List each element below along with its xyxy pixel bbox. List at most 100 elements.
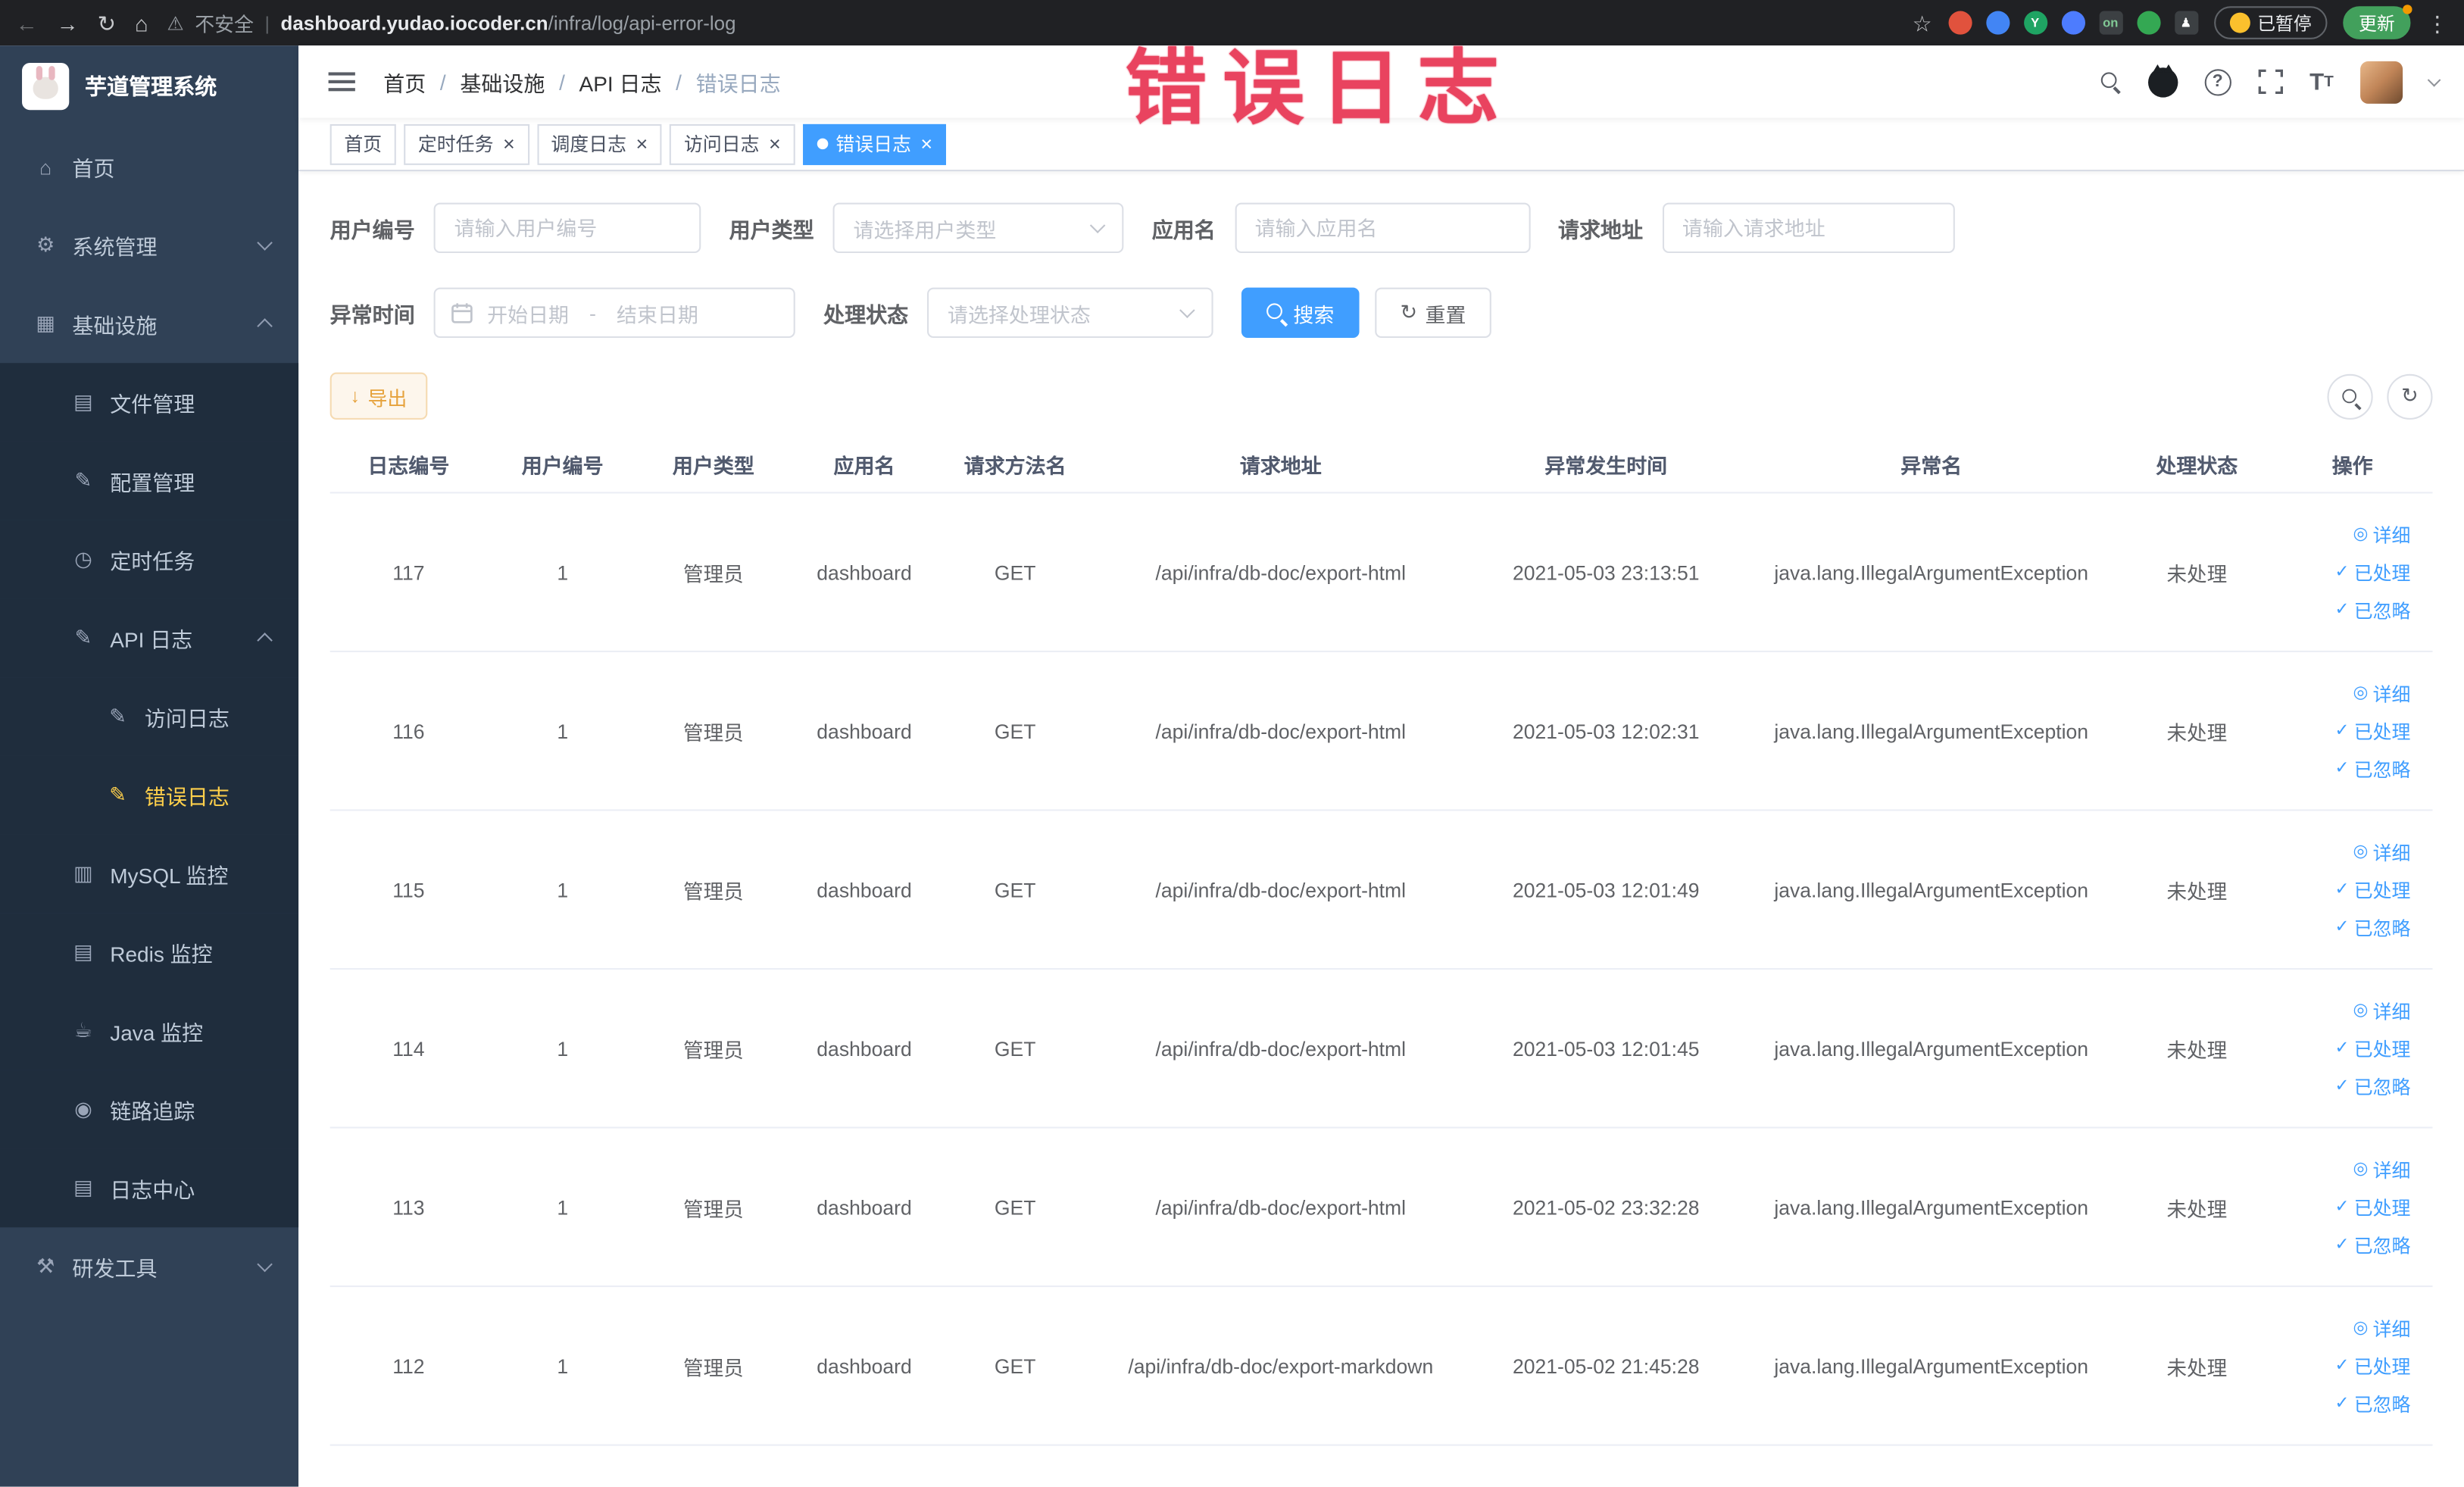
sidebar-item-trace[interactable]: ◉ 链路追踪: [0, 1070, 299, 1149]
update-button[interactable]: 更新: [2343, 5, 2412, 39]
action-processed[interactable]: ✓ 已处理: [2334, 1194, 2410, 1220]
sidebar-item-dev-tools[interactable]: ⚒ 研发工具: [0, 1227, 298, 1306]
tab-error-log[interactable]: 错误日志 ×: [802, 123, 947, 164]
table-row: 116 1 管理员 dashboard GET/api/infra/db-doc/exp…: [329, 652, 2433, 811]
breadcrumb-item[interactable]: 首页: [383, 66, 426, 97]
action-processed[interactable]: ✓ 已处理: [2334, 1035, 2410, 1061]
column-header: 请求地址: [1239, 453, 1322, 477]
reload-icon[interactable]: ↻: [98, 12, 116, 34]
breadcrumb-item[interactable]: 错误日志: [696, 66, 781, 97]
table-header: 日志编号 用户编号 用户类型 应用名 请求方法名 请求地址 异常发生时间 异常名 处理状态 操作: [329, 436, 2433, 494]
logo-title: 芋道管理系统: [85, 73, 217, 99]
page-url: dashboard.yudao.iocoder.cn/infra/log/api…: [281, 12, 736, 34]
action-processed[interactable]: ✓ 已处理: [2334, 876, 2410, 903]
close-icon[interactable]: ×: [920, 133, 932, 154]
close-icon[interactable]: ×: [769, 133, 781, 154]
tab-home[interactable]: 首页: [329, 123, 396, 164]
font-size-icon[interactable]: TT: [2309, 68, 2334, 95]
close-icon[interactable]: ×: [636, 133, 648, 154]
search-button[interactable]: 搜索: [1241, 287, 1360, 339]
app-name-input[interactable]: [1234, 202, 1530, 254]
fullscreen-icon[interactable]: [2258, 69, 2283, 95]
action-detail[interactable]: ◎ 详细: [2353, 997, 2410, 1023]
extension-icon-4[interactable]: [2060, 11, 2085, 35]
extension-icon-7[interactable]: ♟: [2174, 11, 2198, 35]
status-label: 处理状态: [823, 303, 909, 327]
cell-status: 未处理: [2166, 1196, 2228, 1220]
user-id-input[interactable]: [433, 202, 701, 254]
browser-menu-icon[interactable]: ⋮: [2426, 12, 2448, 34]
breadcrumb-item[interactable]: API 日志: [579, 66, 662, 97]
extension-icon-2[interactable]: [1985, 11, 2010, 35]
time-range-input[interactable]: 开始日期 - 结束日期: [433, 287, 795, 339]
forward-icon[interactable]: →: [57, 12, 79, 34]
breadcrumb-item[interactable]: 基础设施: [460, 66, 545, 97]
tab-access-log[interactable]: 访问日志 ×: [670, 123, 795, 164]
action-detail[interactable]: ◎ 详细: [2353, 679, 2410, 706]
active-dot-icon: [817, 138, 829, 150]
user-type-select[interactable]: 请选择用户类型: [832, 202, 1124, 254]
action-detail[interactable]: ◎ 详细: [2353, 1156, 2410, 1182]
extension-icon-6[interactable]: [2136, 11, 2160, 35]
sidebar-item-error-log[interactable]: ✎ 错误日志: [0, 755, 299, 835]
sidebar-item-label: 配置管理: [110, 471, 195, 495]
sidebar-item-home[interactable]: ⌂ 首页: [0, 127, 298, 206]
sidebar-item-infra[interactable]: ▦ 基础设施: [0, 285, 298, 364]
export-button[interactable]: ↓ 导出: [329, 372, 428, 420]
extension-icon-3[interactable]: Y: [2023, 11, 2047, 35]
browser-home-icon[interactable]: ⌂: [135, 12, 148, 34]
chevron-down-icon[interactable]: [2427, 72, 2441, 86]
hamburger-icon[interactable]: [323, 67, 358, 95]
column-header: 用户编号: [521, 453, 604, 477]
action-processed[interactable]: ✓ 已处理: [2334, 717, 2410, 744]
close-icon[interactable]: ×: [503, 133, 515, 154]
address-bar[interactable]: ⚠ 不安全 | dashboard.yudao.iocoder.cn/infra…: [167, 8, 1893, 37]
help-icon[interactable]: ?: [2204, 68, 2231, 95]
action-detail[interactable]: ◎ 详细: [2353, 1314, 2410, 1341]
sidebar-item-label: API 日志: [110, 628, 193, 652]
logo[interactable]: 芋道管理系统: [0, 45, 298, 127]
action-detail[interactable]: ◎ 详细: [2353, 839, 2410, 865]
action-ignored[interactable]: ✓ 已忽略: [2334, 596, 2410, 623]
log-center-icon: ▤: [73, 1175, 93, 1199]
extension-icon-1[interactable]: [1947, 11, 1972, 35]
refresh-table-button[interactable]: ↻: [2387, 373, 2433, 419]
sidebar-item-api-log[interactable]: ✎ API 日志: [0, 598, 299, 678]
sidebar-item-mysql[interactable]: ▥ MySQL 监控: [0, 834, 299, 914]
smiley-icon: [2228, 12, 2250, 33]
action-processed[interactable]: ✓ 已处理: [2334, 559, 2410, 586]
sidebar-item-system[interactable]: ⚙ 系统管理: [0, 206, 298, 285]
security-label: 不安全: [195, 14, 255, 36]
sidebar-item-job[interactable]: ◷ 定时任务: [0, 520, 299, 599]
search-icon[interactable]: [2100, 71, 2121, 92]
sidebar-item-redis[interactable]: ▤ Redis 监控: [0, 913, 299, 992]
reset-button[interactable]: ↻ 重置: [1375, 287, 1491, 339]
tab-job[interactable]: 定时任务 ×: [404, 123, 529, 164]
action-ignored[interactable]: ✓ 已忽略: [2334, 914, 2410, 940]
paused-badge[interactable]: 已暂停: [2213, 6, 2328, 39]
avatar[interactable]: [2360, 60, 2403, 103]
action-ignored[interactable]: ✓ 已忽略: [2334, 1390, 2410, 1417]
tab-job-log[interactable]: 调度日志 ×: [536, 123, 662, 164]
action-processed[interactable]: ✓ 已处理: [2334, 1352, 2410, 1379]
processed-icon: ✓: [2334, 879, 2350, 898]
sidebar-item-config[interactable]: ✎ 配置管理: [0, 441, 299, 520]
cell-method: GET: [994, 1354, 1036, 1378]
action-detail[interactable]: ◎ 详细: [2353, 521, 2410, 548]
back-icon[interactable]: ←: [16, 12, 38, 34]
request-url-input[interactable]: [1661, 202, 1954, 254]
sidebar-item-access-log[interactable]: ✎ 访问日志: [0, 677, 299, 756]
chevron-down-icon: [1179, 302, 1195, 319]
sidebar-item-file[interactable]: ▤ 文件管理: [0, 363, 299, 442]
toggle-search-button[interactable]: [2327, 373, 2373, 419]
action-ignored[interactable]: ✓ 已忽略: [2334, 1073, 2410, 1099]
action-ignored[interactable]: ✓ 已忽略: [2334, 755, 2410, 782]
github-icon[interactable]: [2147, 64, 2178, 97]
action-ignored[interactable]: ✓ 已忽略: [2334, 1231, 2410, 1257]
column-header: 操作: [2331, 453, 2373, 477]
sidebar-item-java[interactable]: ☕ Java 监控: [0, 992, 299, 1070]
bookmark-star-icon[interactable]: ☆: [1913, 12, 1932, 34]
status-select[interactable]: 请选择处理状态: [927, 287, 1213, 339]
extension-icon-5[interactable]: on: [2098, 11, 2122, 35]
sidebar-item-log-center[interactable]: ▤ 日志中心: [0, 1148, 299, 1228]
